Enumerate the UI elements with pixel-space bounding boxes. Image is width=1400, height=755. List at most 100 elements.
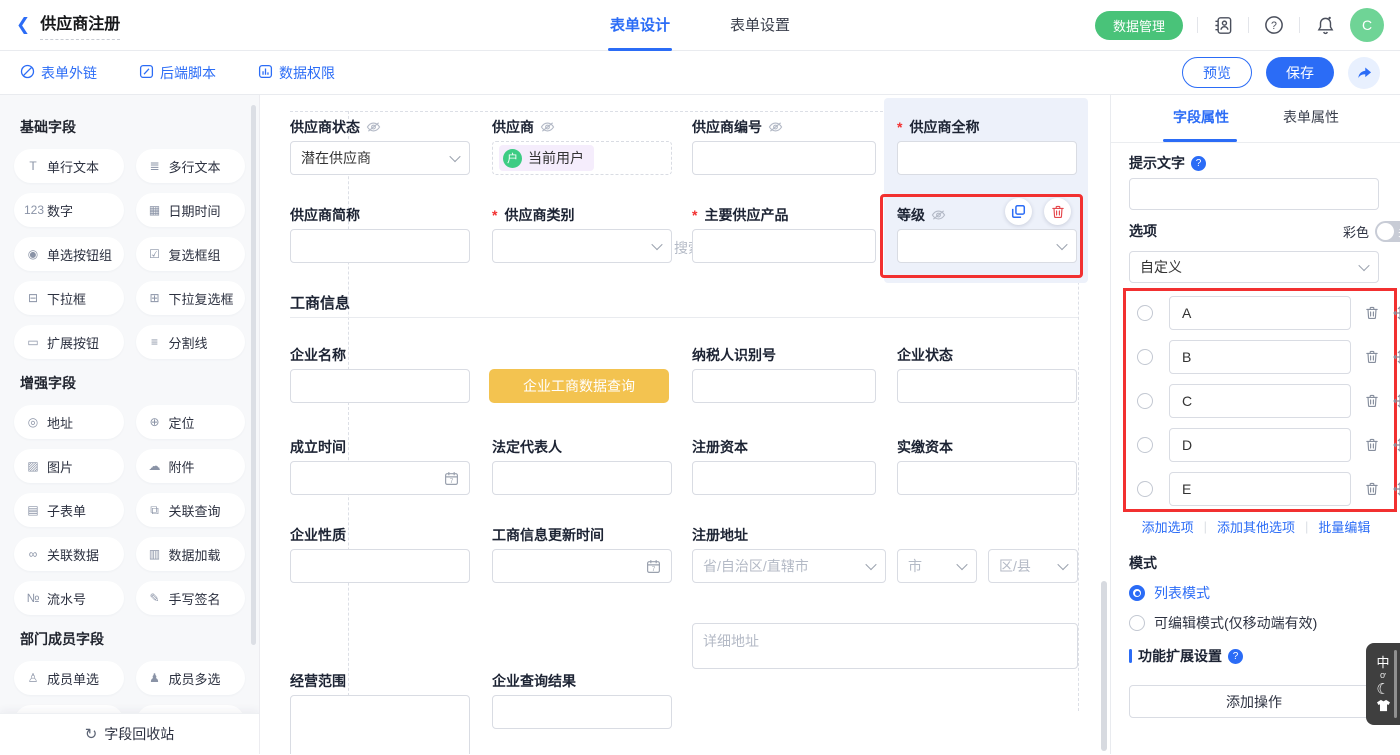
field-input[interactable] [290,549,470,583]
field-input[interactable] [692,229,876,263]
help-icon[interactable]: ? [1263,14,1285,36]
tab-form-settings[interactable]: 表单设置 [730,0,790,51]
field-input[interactable] [492,695,672,729]
sidebar-item-checkbox-group[interactable]: ☑复选框组 [136,237,246,271]
field-supplier-status[interactable]: 供应商状态潜在供应商 [290,117,470,137]
field-input[interactable] [290,229,470,263]
option-drag-handle[interactable] [1393,350,1400,364]
field-input[interactable] [897,141,1077,175]
option-delete-button[interactable] [1365,482,1379,496]
sidebar-item-attachment[interactable]: ☁附件 [136,449,246,483]
option-input[interactable]: B [1169,340,1351,374]
tab-field-properties[interactable]: 字段属性 [1151,95,1251,139]
option-drag-handle[interactable] [1393,438,1400,452]
back-icon[interactable]: ❮ [16,15,30,35]
option-drag-handle[interactable] [1393,394,1400,408]
field-biz-info-update-time[interactable]: 工商信息更新时间7 [492,525,672,545]
avatar[interactable]: C [1350,8,1384,42]
option-link-1[interactable]: 添加其他选项 [1217,517,1295,536]
option-delete-button[interactable] [1365,394,1379,408]
hint-text-input[interactable] [1129,178,1379,210]
field-recycle-bin[interactable]: ↻ 字段回收站 [0,713,259,754]
field-textarea[interactable] [290,695,470,754]
sidebar-item-signature[interactable]: ✎手写签名 [136,581,246,615]
sidebar-item-lookup[interactable]: ⧉关联查询 [136,493,246,527]
field-supplier[interactable]: 供应商户当前用户 [492,117,672,137]
field-select[interactable] [897,229,1077,263]
field-establish-date[interactable]: 成立时间7 [290,437,470,457]
field-supplier-code[interactable]: 供应商编号 [692,117,876,137]
sidebar-item-dropdown-multi[interactable]: ⊞下拉复选框 [136,281,246,315]
biz-data-query-button[interactable]: 企业工商数据查询 [489,369,669,403]
option-input[interactable]: C [1169,384,1351,418]
sidebar-scrollbar[interactable] [251,105,256,645]
field-input[interactable] [290,369,470,403]
sidebar-item-member-single[interactable]: ♙成员单选 [14,661,124,695]
field-date-input[interactable]: 7 [290,461,470,495]
option-input[interactable]: D [1169,428,1351,462]
help-badge-icon[interactable]: ? [1228,649,1243,664]
field-user-box[interactable]: 户当前用户 [492,141,672,175]
dark-mode-moon-icon[interactable]: ☾ [1376,681,1389,698]
option-radio[interactable] [1137,305,1153,321]
field-supplier-category[interactable]: *供应商类别 [492,205,672,225]
option-source-select[interactable]: 自定义 [1129,251,1379,283]
preview-button[interactable]: 预览 [1182,57,1252,88]
option-input[interactable]: A [1169,296,1351,330]
option-drag-handle[interactable] [1393,306,1400,320]
language-toggle-icon[interactable]: 中 [1376,656,1389,670]
option-delete-button[interactable] [1365,438,1379,452]
option-radio[interactable] [1137,393,1153,409]
field-company-name[interactable]: 企业名称 [290,345,470,365]
sidebar-item-multi-line-text[interactable]: ≣多行文本 [136,149,246,183]
toolbar-link-data-permission[interactable]: 数据权限 [258,63,335,83]
field-select[interactable]: 潜在供应商 [290,141,470,175]
sidebar-item-dropdown[interactable]: ⊟下拉框 [14,281,124,315]
form-canvas[interactable]: 供应商状态潜在供应商 供应商户当前用户供应商编号 *供应商全称供应商简称 *供应商类别… [260,95,1110,754]
save-button[interactable]: 保存 [1266,57,1334,88]
sidebar-item-image[interactable]: ▨图片 [14,449,124,483]
canvas-scrollbar[interactable] [1101,581,1107,751]
region-select-2[interactable]: 区/县 [988,549,1078,583]
color-toggle[interactable]: 关 [1375,221,1400,242]
data-manage-button[interactable]: 数据管理 [1095,11,1183,40]
sidebar-item-address[interactable]: ◎地址 [14,405,124,439]
sidebar-item-divider[interactable]: ≡分割线 [136,325,246,359]
help-badge-icon[interactable]: ? [1191,156,1206,171]
field-textarea[interactable]: 详细地址 [692,623,1078,669]
share-button[interactable] [1348,57,1380,89]
notification-bell-icon[interactable] [1314,14,1336,36]
option-link-2[interactable]: 批量编辑 [1318,517,1370,536]
field-company-nature[interactable]: 企业性质 [290,525,470,545]
field-input[interactable] [897,461,1077,495]
sidebar-item-radio-group[interactable]: ◉单选按钮组 [14,237,124,271]
language-sub-icon[interactable]: ơ [1380,671,1386,680]
option-radio[interactable] [1137,349,1153,365]
theme-shirt-icon[interactable] [1376,699,1391,712]
option-input[interactable]: E [1169,472,1351,506]
field-supplier-shortname[interactable]: 供应商简称 [290,205,470,225]
sidebar-item-single-line-text[interactable]: T单行文本 [14,149,124,183]
tab-form-properties[interactable]: 表单属性 [1261,95,1361,139]
field-supplier-fullname[interactable]: *供应商全称 [897,117,1077,137]
toolbar-link-form-external-link[interactable]: 表单外链 [20,63,97,83]
field-company-query-result[interactable]: 企业查询结果 [492,671,672,691]
sidebar-item-extend-button[interactable]: ▭扩展按钮 [14,325,124,359]
tab-form-design[interactable]: 表单设计 [610,0,670,51]
sidebar-item-linked-data[interactable]: ∞关联数据 [14,537,124,571]
sidebar-item-member-multi[interactable]: ♟成员多选 [136,661,246,695]
option-drag-handle[interactable] [1393,482,1400,496]
sidebar-item-number[interactable]: 123数字 [14,193,124,227]
field-select[interactable] [492,229,672,263]
sidebar-item-data-load[interactable]: ▥数据加载 [136,537,246,571]
field-business-scope[interactable]: 经营范围 [290,671,470,691]
field-input[interactable] [492,461,672,495]
field-input[interactable] [692,461,876,495]
sidebar-item-subform[interactable]: ▤子表单 [14,493,124,527]
field-input[interactable] [897,369,1077,403]
field-paidin-capital[interactable]: 实缴资本 [897,437,1077,457]
mode-radio-1[interactable]: 可编辑模式(仅移动端有效) [1129,613,1317,633]
option-link-0[interactable]: 添加选项 [1142,517,1194,536]
field-main-products[interactable]: *主要供应产品搜索 [692,205,876,225]
field-taxpayer-id[interactable]: 纳税人识别号 [692,345,876,365]
